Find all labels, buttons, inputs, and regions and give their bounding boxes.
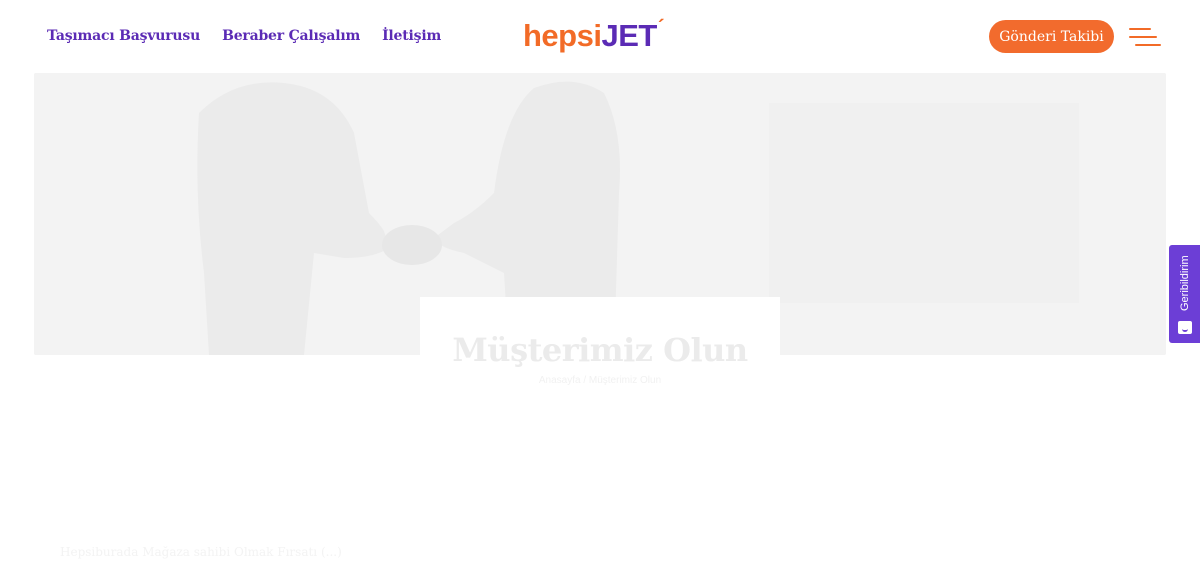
hamburger-menu-icon[interactable] — [1129, 28, 1161, 46]
nav-link-carrier-application[interactable]: Taşımacı Başvurusu — [47, 28, 200, 44]
feedback-label: Geribildirim — [1178, 255, 1191, 311]
nav-link-contact[interactable]: İletişim — [382, 28, 441, 44]
site-header: Taşımacı Başvurusu Beraber Çalışalım İle… — [0, 0, 1200, 73]
logo-text-hepsi: hepsi — [523, 18, 602, 53]
track-shipment-button[interactable]: Gönderi Takibi — [989, 20, 1114, 53]
hepsijet-logo[interactable]: hepsi JET ´ — [523, 14, 665, 54]
page-title-card: Müşterimiz Olun Anasayfa / Müşterimiz Ol… — [420, 297, 780, 407]
page-title: Müşterimiz Olun — [452, 331, 748, 369]
logo-tick: ´ — [657, 17, 665, 39]
breadcrumb[interactable]: Anasayfa / Müşterimiz Olun — [420, 375, 780, 386]
logo-text-jet: JET — [601, 18, 657, 53]
nav-link-work-together[interactable]: Beraber Çalışalım — [222, 28, 360, 44]
main-nav: Taşımacı Başvurusu Beraber Çalışalım İle… — [47, 28, 441, 44]
faded-content-text: Hepsiburada Mağaza sahibi Olmak Fırsatı … — [60, 545, 342, 559]
feedback-tab[interactable]: Geribildirim — [1169, 245, 1200, 343]
smiley-icon — [1177, 321, 1192, 334]
